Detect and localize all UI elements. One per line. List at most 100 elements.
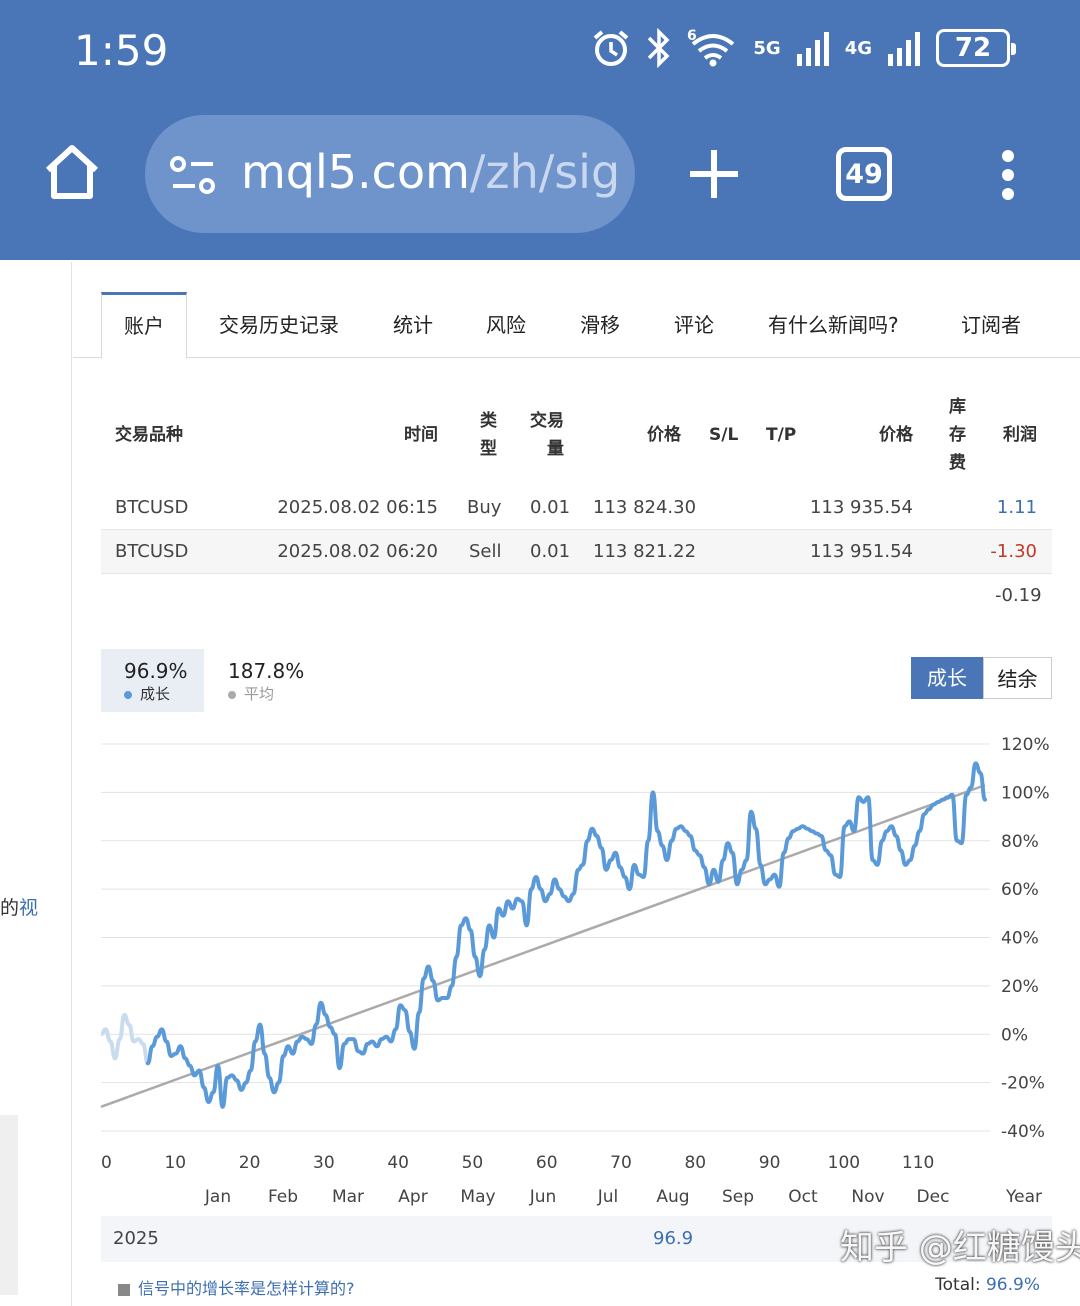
month-label: Aug xyxy=(656,1187,689,1207)
cell-price-open: 113 821.22 xyxy=(593,541,697,562)
home-icon[interactable] xyxy=(40,140,104,204)
x-tick-label: 90 xyxy=(759,1153,781,1173)
network-label-5g: 5G xyxy=(753,37,781,59)
cell-profit: -1.30 xyxy=(990,541,1037,562)
x-tick-label: 80 xyxy=(684,1153,706,1173)
col-sl: S/L xyxy=(709,425,739,445)
tab-subscribers[interactable]: 订阅者 xyxy=(961,292,1021,358)
legend-average-value[interactable]: 187.8% xyxy=(228,659,304,683)
month-label: Oct xyxy=(788,1187,818,1207)
table-row[interactable]: BTCUSD 2025.08.02 06:20 Sell 0.01 113 82… xyxy=(101,530,1052,574)
y-tick-label: 0% xyxy=(1001,1025,1028,1045)
legend-growth-value: 96.9% xyxy=(124,659,188,683)
month-label: Jul xyxy=(597,1187,619,1207)
x-tick-label: 50 xyxy=(462,1153,484,1173)
tab-statistics[interactable]: 统计 xyxy=(393,292,433,358)
x-tick-label: 30 xyxy=(313,1153,335,1173)
month-label: Nov xyxy=(851,1187,884,1207)
y-tick-label: 20% xyxy=(1001,977,1039,997)
year-axis-label: Year xyxy=(1005,1187,1042,1207)
more-menu-icon[interactable] xyxy=(998,148,1018,202)
tab-risks[interactable]: 风险 xyxy=(486,292,526,358)
toggle-balance-button[interactable]: 结余 xyxy=(983,657,1052,699)
col-profit: 利润 xyxy=(1003,425,1037,445)
tab-news[interactable]: 有什么新闻吗? xyxy=(768,292,899,358)
table-row[interactable]: BTCUSD 2025.08.02 06:15 Buy 0.01 113 824… xyxy=(101,486,1052,530)
new-tab-icon[interactable] xyxy=(688,148,740,200)
legend-dot-icon xyxy=(124,690,132,699)
y-tick-label: -20% xyxy=(1001,1074,1045,1094)
watermark: 知乎 @红糖馒头 xyxy=(840,1228,1080,1268)
col-swap: 库存费 xyxy=(949,397,966,473)
wifi-icon: 6 xyxy=(687,28,735,67)
help-icon xyxy=(118,1283,130,1296)
y-tick-label: -40% xyxy=(1001,1122,1045,1142)
x-tick-label: 0 xyxy=(101,1153,112,1173)
y-tick-label: 40% xyxy=(1001,929,1039,949)
col-time: 时间 xyxy=(404,425,438,445)
cell-volume: 0.01 xyxy=(530,497,571,518)
x-tick-label: 70 xyxy=(610,1153,632,1173)
col-price-open: 价格 xyxy=(647,425,681,445)
battery-indicator: 72 xyxy=(936,29,1016,67)
url-text[interactable]: mql5.com/zh/sig xyxy=(241,145,620,199)
col-type: 类型 xyxy=(480,411,497,459)
cell-type: Buy xyxy=(467,497,502,518)
cell-profit: 1.11 xyxy=(996,497,1037,518)
status-time: 1:59 xyxy=(74,26,169,75)
month-label: Jan xyxy=(204,1187,231,1207)
signal-tabs: 账户 交易历史记录 统计 风险 滑移 评论 有什么新闻吗? 订阅者 xyxy=(73,292,1080,359)
toggle-growth-button[interactable]: 成长 xyxy=(911,657,983,699)
growth-chart: 120% 100% 80% 60% 40% 20% 0% -20% -40% 0 10 20 30 40 5… xyxy=(100,735,1050,1207)
growth-series-line xyxy=(145,761,987,1109)
cell-price-current: 113 935.54 xyxy=(809,497,913,518)
url-bar[interactable]: mql5.com/zh/sig xyxy=(145,115,635,233)
signal-icon xyxy=(796,32,829,66)
y-tick-label: 60% xyxy=(1001,880,1039,900)
year-label: 2025 xyxy=(113,1228,159,1249)
month-label: Sep xyxy=(722,1187,754,1207)
growth-series-line-faded xyxy=(100,1012,150,1066)
tab-trade-history[interactable]: 交易历史记录 xyxy=(219,292,339,358)
x-tick-label: 100 xyxy=(828,1153,860,1173)
url-path: /zh/sig xyxy=(469,145,621,199)
url-host: mql5.com xyxy=(241,145,470,199)
tab-switcher-button[interactable]: 49 xyxy=(836,147,892,201)
cell-symbol: BTCUSD xyxy=(115,541,189,562)
year-growth-value: 96.9 xyxy=(653,1228,694,1249)
col-tp: T/P xyxy=(766,425,797,445)
legend-dot-icon xyxy=(228,690,236,699)
bluetooth-icon xyxy=(648,28,670,68)
cell-time: 2025.08.02 06:20 xyxy=(277,541,438,562)
svg-text:6: 6 xyxy=(687,28,697,44)
col-symbol: 交易品种 xyxy=(115,425,183,445)
legend-growth-label: 成长 xyxy=(124,683,170,704)
cell-volume: 0.01 xyxy=(530,541,571,562)
x-tick-label: 40 xyxy=(387,1153,409,1173)
x-tick-label: 110 xyxy=(902,1153,934,1173)
month-label: May xyxy=(460,1187,495,1207)
month-label: Jun xyxy=(529,1187,557,1207)
tab-slippage[interactable]: 滑移 xyxy=(580,292,620,358)
cell-symbol: BTCUSD xyxy=(115,497,189,518)
growth-calc-help-link[interactable]: 信号中的增长率是怎样计算的? xyxy=(118,1275,355,1299)
cell-price-current: 113 951.54 xyxy=(809,541,913,562)
cell-type: Sell xyxy=(469,541,502,562)
col-price-current: 价格 xyxy=(879,425,913,445)
y-tick-label: 120% xyxy=(1001,735,1050,755)
col-volume: 交易量 xyxy=(530,411,564,459)
alarm-icon xyxy=(594,30,629,66)
tab-reviews[interactable]: 评论 xyxy=(674,292,714,358)
tab-account[interactable]: 账户 xyxy=(101,292,187,359)
status-icons: 6 5G 4G 72 xyxy=(591,28,1016,68)
site-settings-icon[interactable] xyxy=(169,155,217,195)
month-label: Mar xyxy=(332,1187,364,1207)
x-tick-label: 20 xyxy=(239,1153,261,1173)
browser-chrome: 1:59 6 5G 4G 72 mql5.com/zh/sig 49 xyxy=(0,0,1080,260)
month-label: Apr xyxy=(398,1187,427,1207)
x-tick-label: 60 xyxy=(536,1153,558,1173)
total-growth: Total: 96.9% xyxy=(935,1275,1040,1295)
month-label: Feb xyxy=(268,1187,298,1207)
average-trend-line xyxy=(100,783,986,1108)
profit-total: -0.19 xyxy=(995,585,1042,606)
